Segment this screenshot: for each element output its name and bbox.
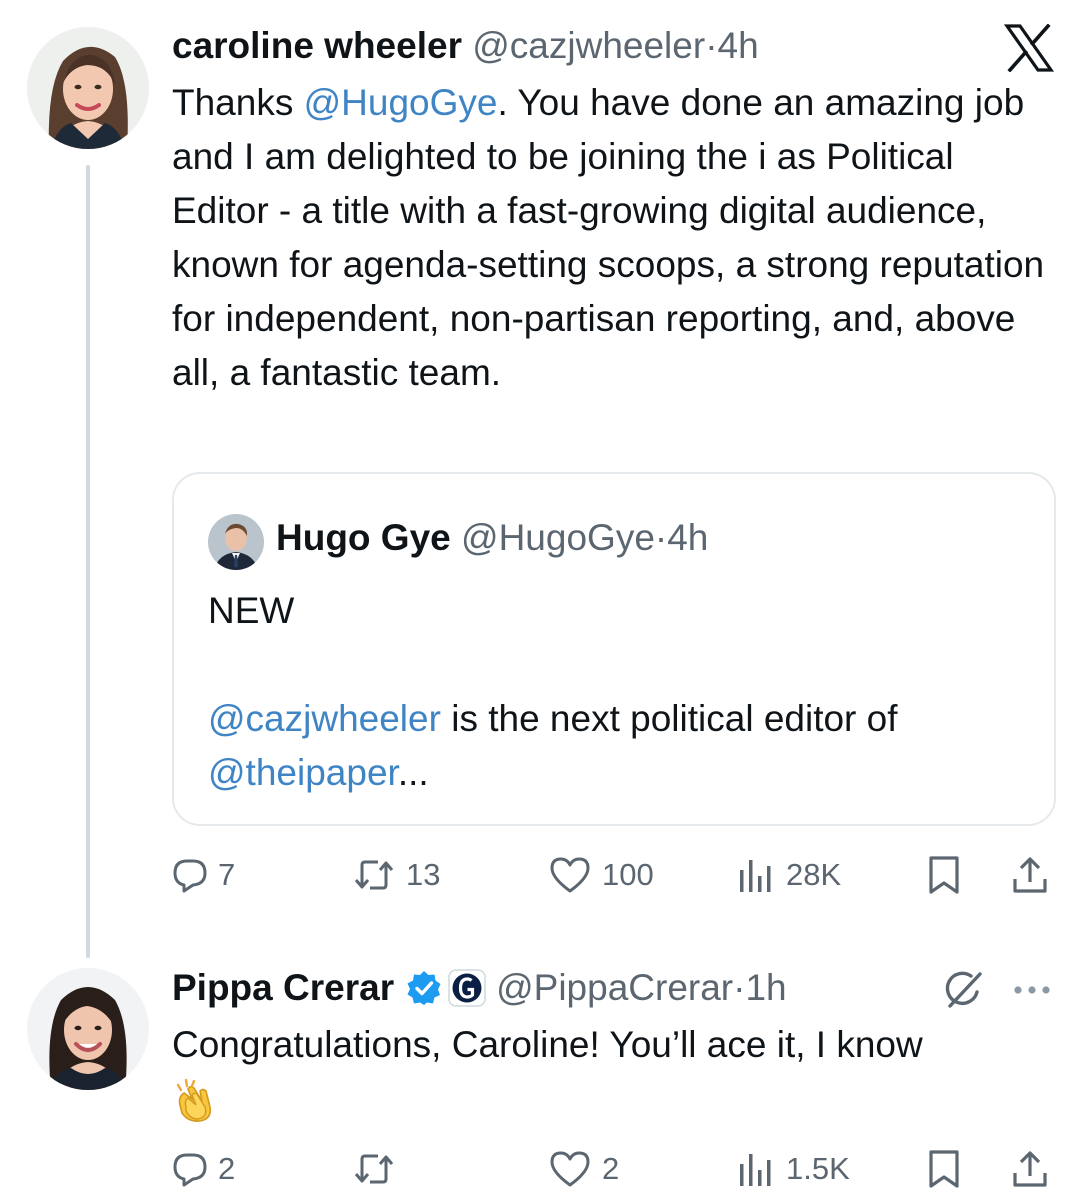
tweet2-reply-count: 2 (218, 1151, 236, 1186)
quote-body: NEW @cazjwheeler is the next political e… (208, 584, 1028, 800)
tweet2-body: Congratulations, Caroline! You’ll ace it… (172, 1018, 1052, 1126)
quoted-tweet-card[interactable]: Hugo Gye @HugoGye·4h NEW @cazjwheeler is… (172, 472, 1056, 826)
quote-ellipsis: ... (397, 752, 429, 793)
quote-header: Hugo Gye @HugoGye·4h (276, 514, 708, 562)
tweet1-body: Thanks @HugoGye. You have done an amazin… (172, 76, 1052, 400)
tweet2-share-button[interactable] (1010, 1144, 1050, 1194)
tweet2-dot: · (733, 967, 746, 1008)
reply-icon (173, 1153, 207, 1187)
like-icon (550, 1151, 590, 1187)
like-icon (550, 857, 590, 893)
tweet2-header: Pippa Crerar @PippaCrerar · 1h (172, 964, 787, 1012)
avatar-pippa-crerar[interactable] (27, 968, 149, 1090)
tweet2-author-handle[interactable]: @PippaCrerar (496, 964, 733, 1012)
tweet1-author-name[interactable]: caroline wheeler (172, 25, 462, 66)
guardian-badge-icon[interactable] (448, 969, 486, 1007)
tweet1-body-pre: Thanks (172, 82, 304, 123)
tweet2-reply-button[interactable]: 2 (172, 1144, 235, 1194)
tweet1-like-count: 100 (602, 857, 654, 892)
quote-line-text: is the next political editor of (440, 698, 898, 739)
tweet1-reply-button[interactable]: 7 (172, 850, 235, 900)
share-icon (1013, 1151, 1047, 1187)
tweet1-author-handle[interactable]: @cazjwheeler (472, 25, 705, 66)
views-icon (740, 1154, 771, 1186)
tweet2-time[interactable]: 1h (745, 964, 786, 1012)
tweet1-bookmark-button[interactable] (926, 850, 962, 900)
quote-mention-cazjwheeler[interactable]: @cazjwheeler (208, 698, 441, 739)
repost-icon (354, 860, 394, 890)
quote-time[interactable]: 4h (667, 517, 708, 558)
tweet1-repost-button[interactable]: 13 (352, 850, 440, 900)
tweet2-bookmark-button[interactable] (926, 1144, 962, 1194)
quote-line-new: NEW (208, 590, 295, 631)
quote-author-handle[interactable]: @HugoGye (461, 517, 655, 558)
tweet1-body-post: . You have done an amazing job and I am … (172, 82, 1045, 393)
share-icon (1013, 857, 1047, 893)
more-icon[interactable] (1006, 972, 1058, 1008)
quote-author-name[interactable]: Hugo Gye (276, 517, 451, 558)
tweet1-like-button[interactable]: 100 (548, 850, 654, 900)
tweet1-share-button[interactable] (1010, 850, 1050, 900)
grok-icon[interactable] (940, 966, 988, 1014)
tweet1-mention-hugogye[interactable]: @HugoGye (304, 82, 498, 123)
tweet1-reply-count: 7 (218, 857, 236, 892)
tweet2-author-name[interactable]: Pippa Crerar (172, 964, 394, 1012)
tweet2-views-button[interactable]: 1.5K (736, 1144, 850, 1194)
views-icon (740, 860, 771, 892)
tweet2-action-bar: 2 2 1.5K (172, 1144, 1052, 1194)
quote-mention-theipaper[interactable]: @theipaper (208, 752, 398, 793)
verified-icon (406, 970, 442, 1006)
quote-dot: · (654, 517, 668, 558)
tweet1-header: caroline wheeler @cazjwheeler·4h (172, 22, 759, 70)
thread-line (86, 165, 90, 958)
tweet1-dot: · (705, 25, 718, 66)
tweet2-like-button[interactable]: 2 (548, 1144, 619, 1194)
tweet2-body-text: Congratulations, Caroline! You’ll ace it… (172, 1024, 923, 1065)
tweet2-views-count: 1.5K (786, 1151, 850, 1186)
tweet1-views-button[interactable]: 28K (736, 850, 841, 900)
clapping-hands-emoji (172, 1077, 220, 1125)
tweet1-action-bar: 7 13 100 28K (172, 850, 1052, 900)
bookmark-icon (929, 1150, 959, 1188)
bookmark-icon (929, 856, 959, 894)
avatar-hugo-gye[interactable] (208, 514, 264, 570)
tweet1-time[interactable]: 4h (718, 25, 759, 66)
avatar-caroline-wheeler[interactable] (27, 27, 149, 149)
tweet2-like-count: 2 (602, 1151, 620, 1186)
repost-icon (354, 1154, 394, 1184)
tweet1-views-count: 28K (786, 857, 842, 892)
tweet2-repost-button[interactable] (352, 1144, 406, 1194)
x-logo-icon[interactable] (1003, 23, 1055, 73)
reply-icon (173, 859, 207, 893)
tweet1-repost-count: 13 (406, 857, 441, 892)
